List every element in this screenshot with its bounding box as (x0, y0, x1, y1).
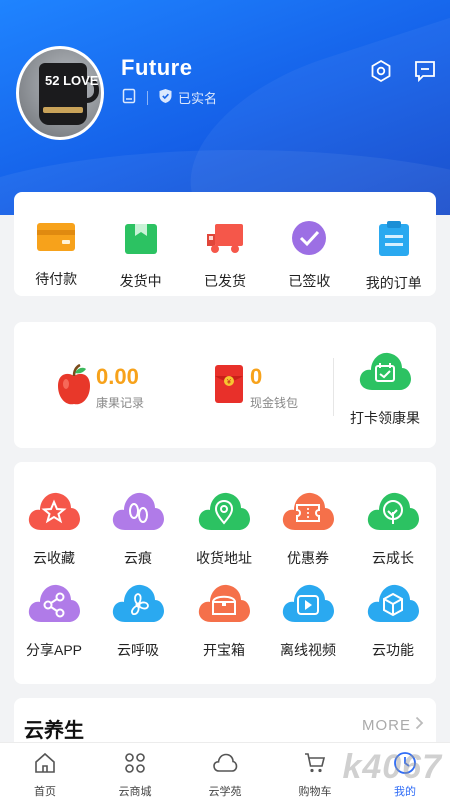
tool-share-app[interactable]: 分享APP (12, 580, 96, 660)
kangguo-value[interactable]: 0.00 (96, 364, 139, 390)
wallet-icon (36, 220, 76, 259)
sprout-icon (366, 488, 420, 539)
cloud-icon (212, 751, 238, 780)
checkin-label[interactable]: 打卡领康果 (350, 408, 420, 428)
location-icon (197, 488, 251, 539)
tab-home[interactable]: 首页 (0, 743, 90, 800)
tool-cloud-breathing[interactable]: 云呼吸 (96, 580, 180, 660)
share-icon (27, 580, 81, 631)
star-icon (27, 488, 81, 539)
avatar-photo-band (43, 107, 83, 113)
meta-divider (147, 90, 148, 105)
order-shipping[interactable]: 发货中 (101, 220, 181, 296)
profile-meta-row: 已实名 (121, 88, 217, 107)
order-label: 待付款 (35, 271, 78, 287)
member-card-icon[interactable] (121, 88, 137, 107)
red-envelope-badge: ¥ (227, 379, 231, 386)
tab-label: 购物车 (298, 786, 332, 798)
check-circle-icon (291, 220, 327, 261)
tool-label: 云呼吸 (117, 642, 159, 658)
tool-cloud-growth[interactable]: 云成长 (351, 488, 435, 568)
order-label: 已签收 (288, 273, 331, 289)
order-status-card: 待付款 发货中 已发货 已签收 我的订单 (14, 192, 436, 296)
fan-icon (111, 580, 165, 631)
tab-cloud-academy[interactable]: 云学苑 (180, 743, 270, 800)
tool-label: 优惠券 (287, 550, 329, 566)
tool-label: 云功能 (372, 642, 414, 658)
home-icon (33, 751, 57, 780)
tool-cloud-favorites[interactable]: 云收藏 (12, 488, 96, 568)
cash-label: 现金钱包 (250, 396, 299, 410)
tool-coupons[interactable]: 优惠券 (266, 488, 350, 568)
more-link[interactable]: MORE (362, 716, 424, 734)
tool-label: 分享APP (25, 642, 82, 658)
chevron-right-icon (415, 716, 424, 734)
section-title: 云养生 (24, 720, 84, 742)
tool-label: 离线视频 (280, 642, 336, 658)
treasure-chest-icon (197, 580, 251, 631)
watermark: k4067 (342, 748, 442, 786)
username: Future (121, 55, 193, 80)
truck-icon (205, 220, 245, 261)
avatar[interactable]: 52 LOVE (16, 46, 104, 140)
video-icon (281, 580, 335, 631)
wallet-card: 0.00 康果记录 ¥ 0 现金钱包 打卡领康果 (14, 322, 436, 448)
verified-shield-icon (158, 88, 173, 107)
tool-label: 云痕 (124, 550, 152, 566)
cart-icon (303, 751, 327, 780)
cash-value[interactable]: 0 (250, 364, 262, 390)
tool-label: 云收藏 (33, 550, 75, 566)
cube-icon (366, 580, 420, 631)
settings-icon[interactable] (366, 56, 396, 86)
checkin-icon[interactable] (358, 348, 412, 399)
tool-label: 收货地址 (196, 550, 252, 566)
my-orders[interactable]: 我的订单 (354, 220, 434, 296)
kangguo-label: 康果记录 (96, 396, 145, 410)
more-label: MORE (362, 716, 411, 734)
tools-card: 云收藏 云痕 收货地址 优惠券 云成长 分享APP 云呼吸 开宝箱 离线视频 云… (14, 462, 436, 684)
order-label: 发货中 (119, 273, 162, 289)
tab-cloud-mall[interactable]: 云商城 (90, 743, 180, 800)
wallet-divider (333, 358, 334, 416)
grid-icon (123, 751, 147, 780)
order-list-icon (377, 220, 411, 263)
tool-cloud-traces[interactable]: 云痕 (96, 488, 180, 568)
apple-icon[interactable] (54, 363, 94, 413)
order-shipped[interactable]: 已发货 (185, 220, 265, 296)
order-label: 已发货 (203, 273, 246, 289)
avatar-photo-text: 52 LOVE (45, 73, 99, 88)
red-envelope-icon[interactable]: ¥ (214, 364, 244, 409)
order-received[interactable]: 已签收 (269, 220, 349, 296)
tool-label: 开宝箱 (203, 642, 245, 658)
header-wave-decoration-2 (164, 0, 450, 215)
coupon-icon (281, 488, 335, 539)
tool-shipping-address[interactable]: 收货地址 (182, 488, 266, 568)
order-pending-payment[interactable]: 待付款 (16, 220, 96, 296)
tab-label: 首页 (34, 786, 56, 798)
message-icon[interactable] (410, 56, 440, 86)
verified-label: 已实名 (178, 91, 218, 106)
tool-label: 云成长 (372, 550, 414, 566)
tool-cloud-functions[interactable]: 云功能 (351, 580, 435, 660)
tool-offline-video[interactable]: 离线视频 (266, 580, 350, 660)
package-icon (123, 220, 159, 261)
order-label: 我的订单 (365, 275, 422, 291)
tool-treasure-chest[interactable]: 开宝箱 (182, 580, 266, 660)
tab-label: 云学苑 (208, 786, 242, 798)
footprint-icon (111, 488, 165, 539)
tab-label: 云商城 (118, 786, 152, 798)
